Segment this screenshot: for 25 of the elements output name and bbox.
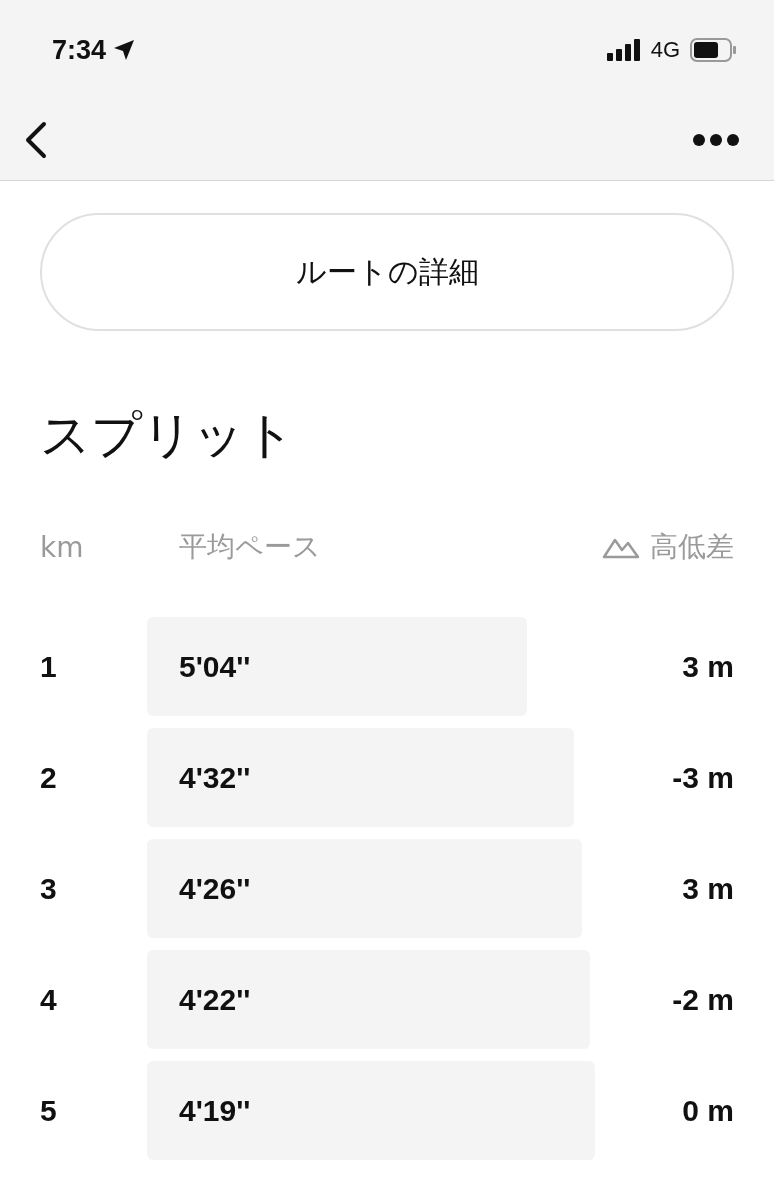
split-km: 4 — [40, 982, 58, 1017]
location-arrow-icon — [112, 38, 137, 62]
split-pace: 5'04'' — [179, 649, 251, 684]
pace-column-header: 平均ペース — [179, 529, 322, 565]
split-pace: 4'26'' — [179, 871, 251, 906]
elevation-column-header: 高低差 — [650, 529, 734, 565]
km-column-header: km — [40, 530, 85, 564]
split-elevation: -2 m — [671, 982, 734, 1017]
status-time: 7:34 — [52, 34, 107, 66]
split-pace: 4'19'' — [179, 1093, 251, 1128]
signal-icon — [606, 39, 641, 61]
split-elevation: -3 m — [671, 760, 734, 795]
split-elevation: 3 m — [681, 871, 734, 906]
route-details-button[interactable]: ルートの詳細 — [40, 213, 734, 331]
split-pace: 4'32'' — [179, 760, 251, 795]
split-km: 3 — [40, 871, 58, 906]
network-label: 4G — [650, 37, 680, 63]
battery-icon — [690, 38, 738, 62]
split-elevation: 3 m — [681, 649, 734, 684]
split-km: 1 — [40, 649, 58, 684]
split-km: 5 — [40, 1093, 58, 1128]
split-km: 2 — [40, 760, 58, 795]
split-pace: 4'22'' — [179, 982, 251, 1017]
section-title: スプリット — [40, 405, 296, 466]
split-elevation: 0 m — [681, 1093, 734, 1128]
